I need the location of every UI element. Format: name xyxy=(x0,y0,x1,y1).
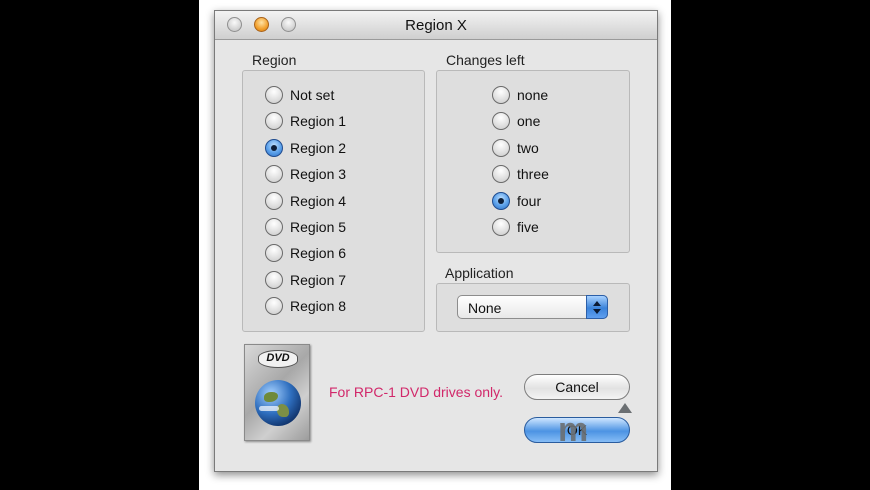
radio-label: Region 4 xyxy=(290,192,347,209)
changes_left-radio-three[interactable]: three xyxy=(492,164,549,184)
radio-button-icon[interactable] xyxy=(265,297,283,316)
window-title: Region X xyxy=(405,17,467,34)
radio-label: Region 1 xyxy=(290,113,347,130)
radio-button-icon[interactable] xyxy=(492,218,510,236)
radio-label: four xyxy=(517,192,542,209)
radio-button-icon[interactable] xyxy=(265,86,283,104)
radio-button-icon[interactable] xyxy=(265,112,283,131)
region-radio-not-set[interactable]: Not set xyxy=(265,85,334,105)
radio-button-icon[interactable] xyxy=(492,165,510,184)
watermark-logo: m xyxy=(558,403,632,451)
radio-button-icon[interactable] xyxy=(265,191,283,210)
radio-button-icon[interactable] xyxy=(492,112,510,131)
popup-arrows-icon xyxy=(586,295,608,319)
application-group-label: Application xyxy=(445,265,514,281)
radio-label: five xyxy=(517,219,539,235)
changes_left-radio-four[interactable]: four xyxy=(492,191,541,211)
region-radio-region-8[interactable]: Region 8 xyxy=(265,296,346,316)
changes_left-radio-five[interactable]: five xyxy=(492,217,539,237)
region-x-window: Region X Region Not set Region 1 Region 2 R… xyxy=(214,10,658,472)
radio-label: none xyxy=(517,87,549,103)
changes_left-radio-two[interactable]: two xyxy=(492,138,539,158)
radio-button-icon[interactable] xyxy=(265,138,283,157)
radio-button-icon[interactable] xyxy=(492,191,510,210)
radio-button-icon[interactable] xyxy=(492,86,510,104)
region-radio-region-3[interactable]: Region 3 xyxy=(265,164,346,184)
radio-label: Region 2 xyxy=(290,139,347,156)
title-bar[interactable]: Region X xyxy=(215,11,657,40)
changes_left-radio-none[interactable]: none xyxy=(492,85,548,105)
region-radio-region-7[interactable]: Region 7 xyxy=(265,270,346,290)
radio-button-icon[interactable] xyxy=(265,165,283,184)
region-radio-region-5[interactable]: Region 5 xyxy=(265,217,346,237)
changes_left-radio-one[interactable]: one xyxy=(492,111,540,131)
region-radio-region-6[interactable]: Region 6 xyxy=(265,243,346,263)
region-radio-region-2[interactable]: Region 2 xyxy=(265,138,346,158)
application-popup-value: None xyxy=(468,300,502,316)
radio-label: Region 5 xyxy=(290,219,347,235)
rpc1-note: For RPC-1 DVD drives only. xyxy=(329,384,504,400)
radio-label: Not set xyxy=(290,87,335,103)
radio-label: Region 6 xyxy=(290,245,347,262)
region-radio-region-1[interactable]: Region 1 xyxy=(265,111,346,131)
region-group-label: Region xyxy=(252,52,297,68)
radio-button-icon[interactable] xyxy=(265,270,283,289)
radio-label: Region 7 xyxy=(290,271,347,288)
changes-left-group-label: Changes left xyxy=(446,52,525,68)
radio-label: three xyxy=(517,166,549,183)
cancel-button[interactable]: Cancel xyxy=(524,374,630,400)
radio-button-icon[interactable] xyxy=(265,218,283,236)
radio-label: Region 3 xyxy=(290,166,347,183)
radio-label: Region 8 xyxy=(290,298,347,315)
radio-button-icon[interactable] xyxy=(265,244,283,263)
radio-label: one xyxy=(517,113,541,130)
dvd-image: DVD xyxy=(244,344,310,441)
radio-button-icon[interactable] xyxy=(492,138,510,157)
region-radio-region-4[interactable]: Region 4 xyxy=(265,191,346,211)
application-popup[interactable]: None xyxy=(457,295,608,319)
globe-icon xyxy=(255,380,301,426)
dvd-logo: DVD xyxy=(258,350,298,368)
radio-label: two xyxy=(517,139,539,156)
